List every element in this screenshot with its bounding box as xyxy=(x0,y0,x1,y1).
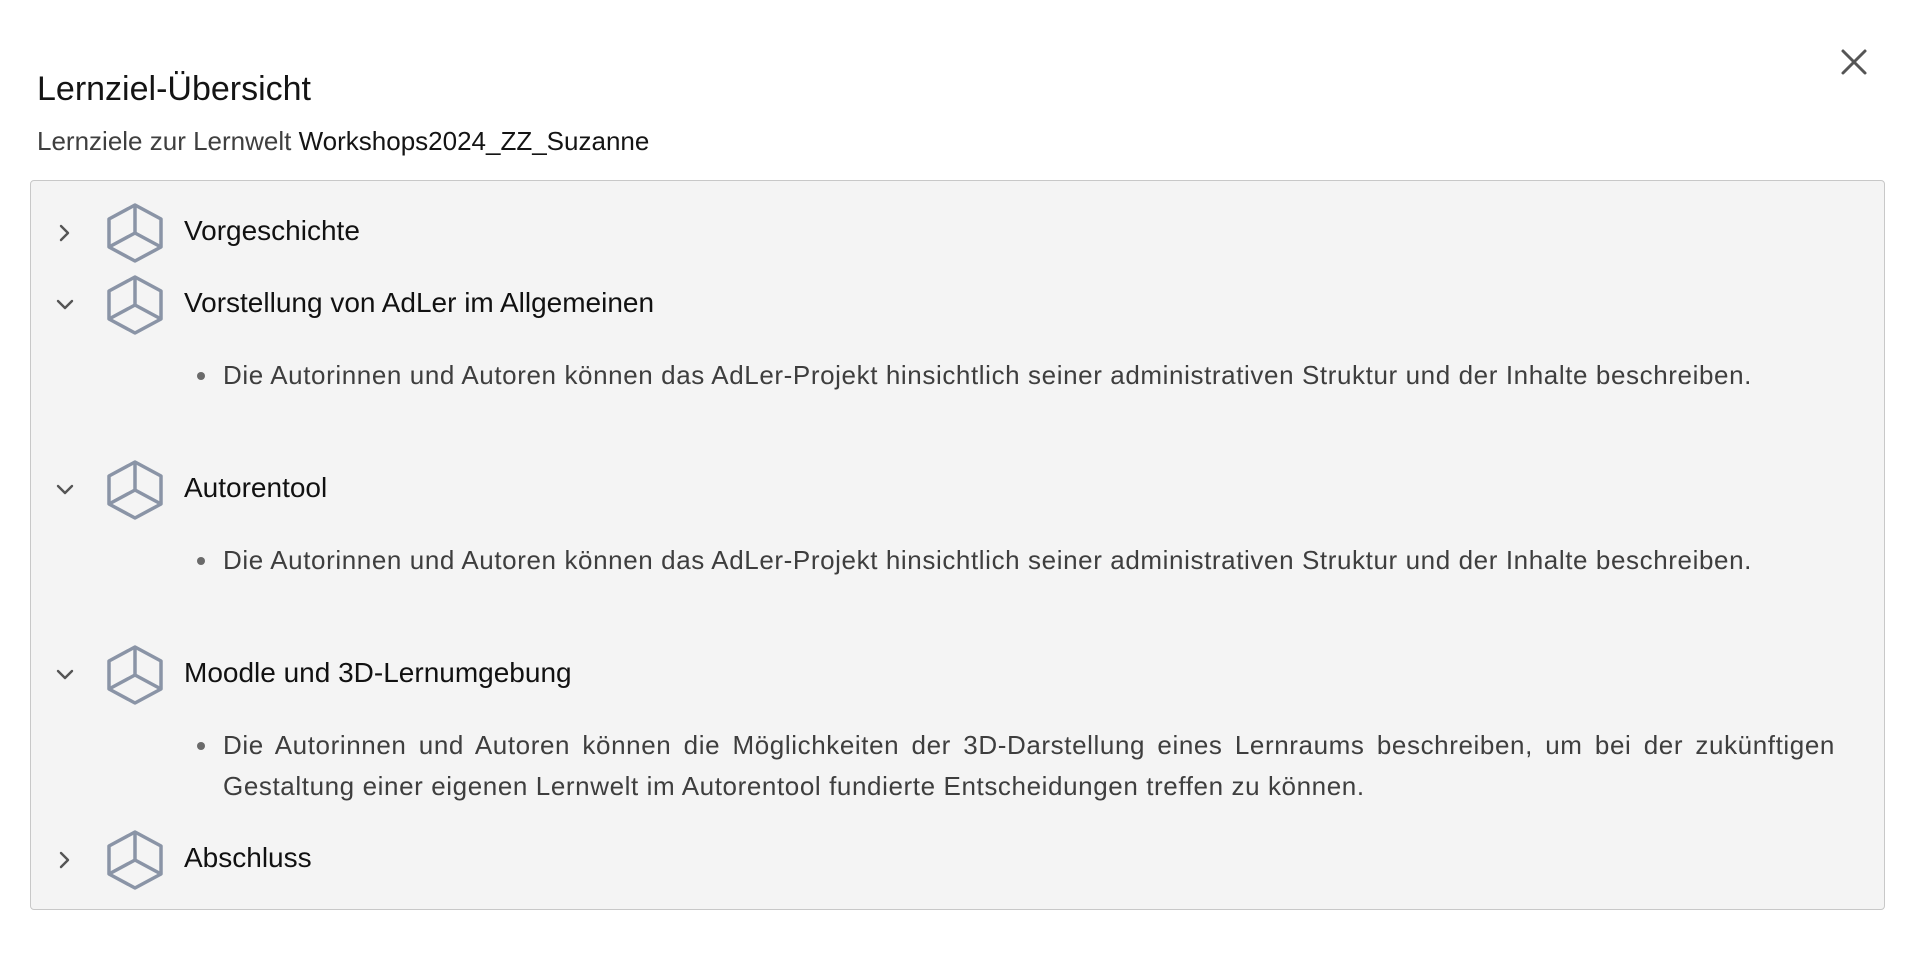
space-title: Abschluss xyxy=(184,842,312,873)
learning-goal-text: Die Autorinnen und Autoren können das Ad… xyxy=(223,545,1752,575)
cube-icon xyxy=(107,830,163,890)
world-name: Workshops2024_ZZ_Suzanne xyxy=(298,126,650,156)
learning-goal-text: Die Autorinnen und Autoren können die Mö… xyxy=(223,730,1835,801)
close-button[interactable] xyxy=(1836,44,1872,80)
cube-icon xyxy=(107,645,163,705)
learning-goal-item: Die Autorinnen und Autoren können das Ad… xyxy=(197,355,1835,396)
dialog-subtitle: Lernziele zur Lernwelt Workshops2024_ZZ_… xyxy=(37,126,649,157)
chevron-down-icon[interactable] xyxy=(53,293,77,317)
bullet xyxy=(197,372,205,380)
learning-goals-dialog: Lernziel-Übersicht Lernziele zur Lernwel… xyxy=(0,0,1910,955)
bullet xyxy=(197,742,205,750)
cube-icon xyxy=(107,203,163,263)
space-title: Moodle und 3D-Lernumgebung xyxy=(184,657,572,688)
learning-goal-text: Die Autorinnen und Autoren können das Ad… xyxy=(223,360,1752,390)
space-title: Vorstellung von AdLer im Allgemeinen xyxy=(184,287,655,318)
chevron-down-icon[interactable] xyxy=(53,663,77,687)
learning-goal-item: Die Autorinnen und Autoren können die Mö… xyxy=(197,725,1835,807)
cube-icon xyxy=(107,275,163,335)
chevron-down-icon[interactable] xyxy=(53,478,77,502)
space-title: Vorgeschichte xyxy=(184,215,360,246)
chevron-right-icon[interactable] xyxy=(53,221,77,245)
space-title: Autorentool xyxy=(184,472,328,503)
space-header-abschluss[interactable]: Abschluss xyxy=(31,824,1884,896)
space-header-vorstellung[interactable]: Vorstellung von AdLer im Allgemeinen xyxy=(31,269,1884,341)
subtitle-prefix: Lernziele zur Lernwelt xyxy=(37,126,292,156)
space-header-vorgeschichte[interactable]: Vorgeschichte xyxy=(31,197,1884,269)
spaces-panel: Vorgeschichte Vorstellung von AdLer im A… xyxy=(30,180,1885,910)
space-header-autorentool[interactable]: Autorentool xyxy=(31,454,1884,526)
dialog-title: Lernziel-Übersicht xyxy=(37,70,311,108)
space-header-moodle[interactable]: Moodle und 3D-Lernumgebung xyxy=(31,639,1884,711)
close-icon xyxy=(1841,49,1867,75)
cube-icon xyxy=(107,460,163,520)
bullet xyxy=(197,557,205,565)
chevron-right-icon[interactable] xyxy=(53,848,77,872)
learning-goal-item: Die Autorinnen und Autoren können das Ad… xyxy=(197,540,1835,581)
